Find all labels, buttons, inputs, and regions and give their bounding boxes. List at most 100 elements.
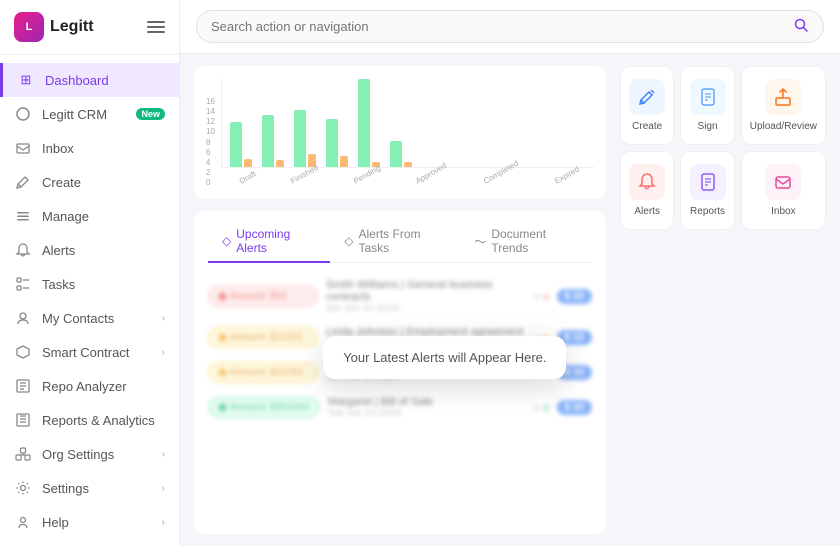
- dot-teal: [543, 405, 549, 411]
- quick-action-reports[interactable]: Reports: [680, 151, 734, 230]
- smart-contract-icon: [14, 343, 32, 361]
- bar-green: [294, 110, 306, 167]
- reports-qa-icon: [690, 164, 726, 200]
- sidebar-item-label: Inbox: [42, 141, 165, 156]
- alert-dots: [534, 294, 549, 300]
- sidebar-item-legitt-crm[interactable]: Legitt CRM New: [0, 97, 179, 131]
- alert-amount-badge: $ 10: [557, 289, 592, 304]
- nav-items: ⊞ Dashboard Legitt CRM New Inbox Create: [0, 55, 179, 546]
- alert-row: Amount: $52 Smith Williams | General bus…: [208, 273, 592, 320]
- alert-date: Sat Jun 10 2023: [328, 408, 526, 419]
- sidebar-item-inbox[interactable]: Inbox: [0, 131, 179, 165]
- chevron-right-icon: ›: [162, 449, 165, 460]
- alert-pill-red: Amount: $52: [208, 286, 318, 307]
- alerts-qa-icon: [629, 164, 665, 200]
- contacts-icon: [14, 309, 32, 327]
- inbox-qa-icon: [765, 164, 801, 200]
- content-right: Create Sign Upload/Review: [620, 54, 840, 546]
- sidebar-item-my-contacts[interactable]: My Contacts ›: [0, 301, 179, 335]
- sign-qa-icon: [690, 79, 726, 115]
- quick-action-alerts[interactable]: Alerts: [620, 151, 674, 230]
- sidebar-item-label: My Contacts: [42, 311, 152, 326]
- tab-label: Upcoming Alerts: [236, 227, 316, 255]
- x-label: Expired: [553, 164, 581, 185]
- alert-pill-teal: Amount: $302494: [208, 397, 320, 418]
- quick-action-label: Create: [632, 121, 662, 132]
- latest-alerts-tooltip: Your Latest Alerts will Appear Here.: [323, 336, 566, 379]
- brand-name: Legitt: [50, 18, 94, 36]
- tasks-icon: [14, 275, 32, 293]
- quick-action-upload-review[interactable]: Upload/Review: [741, 66, 826, 145]
- bar-orange: [276, 160, 284, 167]
- search-box[interactable]: [196, 10, 824, 43]
- sidebar-item-tasks[interactable]: Tasks: [0, 267, 179, 301]
- dot: [534, 405, 540, 411]
- sidebar-item-label: Tasks: [42, 277, 165, 292]
- sidebar-item-org-settings[interactable]: Org Settings ›: [0, 437, 179, 471]
- org-icon: [14, 445, 32, 463]
- diamond-icon: [218, 292, 228, 302]
- y-label: 2: [206, 168, 215, 177]
- sidebar-item-create[interactable]: Create: [0, 165, 179, 199]
- quick-action-create[interactable]: Create: [620, 66, 674, 145]
- sidebar-item-label: Help: [42, 515, 152, 530]
- create-icon: [14, 173, 32, 191]
- tab-icon: 〜: [474, 233, 486, 250]
- dot-red: [543, 294, 549, 300]
- quick-action-sign[interactable]: Sign: [680, 66, 734, 145]
- sidebar-item-help[interactable]: Help ›: [0, 505, 179, 539]
- sidebar-item-alerts[interactable]: Alerts: [0, 233, 179, 267]
- sidebar-item-label: Create: [42, 175, 165, 190]
- alert-pill-orange: Amount: $11202: [208, 327, 318, 348]
- bar-green: [230, 122, 242, 167]
- tab-document-trends[interactable]: 〜 Document Trends: [460, 221, 592, 263]
- sidebar-item-label: Repo Analyzer: [42, 379, 165, 394]
- inbox-icon: [14, 139, 32, 157]
- bar-green: [358, 79, 370, 167]
- sidebar-item-manage[interactable]: Manage: [0, 199, 179, 233]
- new-badge: New: [136, 108, 165, 120]
- alert-name: Smith Williams | General business contra…: [326, 279, 526, 303]
- settings-icon: [14, 479, 32, 497]
- sidebar-item-label: Dashboard: [45, 73, 165, 88]
- chevron-right-icon: ›: [162, 347, 165, 358]
- bar-orange: [340, 156, 348, 167]
- help-icon: [14, 513, 32, 531]
- y-label: 8: [206, 138, 215, 147]
- bar-orange: [404, 162, 412, 167]
- sidebar-item-repo-analyzer[interactable]: Repo Analyzer: [0, 369, 179, 403]
- alert-dots: [534, 405, 549, 411]
- tab-upcoming-alerts[interactable]: ◇ Upcoming Alerts: [208, 221, 330, 263]
- dot: [534, 294, 540, 300]
- alert-amount-text: Amount: $11202: [230, 332, 303, 343]
- x-label: Draft: [238, 169, 258, 185]
- quick-action-label: Upload/Review: [750, 121, 817, 132]
- y-label: 14: [206, 107, 215, 116]
- sidebar-item-label: Legitt CRM: [42, 107, 126, 122]
- quick-action-inbox[interactable]: Inbox: [741, 151, 826, 230]
- bar-green: [326, 119, 338, 167]
- sidebar-item-reports-analytics[interactable]: Reports & Analytics: [0, 403, 179, 437]
- alert-info: Margaret | Bill of Sale Sat Jun 10 2023: [328, 396, 526, 419]
- tab-alerts-from-tasks[interactable]: ◇ Alerts From Tasks: [330, 221, 460, 263]
- sidebar-item-dashboard[interactable]: ⊞ Dashboard: [0, 63, 179, 97]
- search-input[interactable]: [211, 19, 785, 34]
- hamburger-menu[interactable]: [147, 21, 165, 33]
- alert-row: Amount: $302494 Margaret | Bill of Sale …: [208, 390, 592, 425]
- alert-amount-text: Amount: $302494: [230, 402, 309, 413]
- y-label: 6: [206, 148, 215, 157]
- alert-name: Margaret | Bill of Sale: [328, 396, 526, 408]
- main-content: 16 14 12 10 8 6 4 2 0: [180, 0, 840, 546]
- sidebar-item-smart-contract[interactable]: Smart Contract ›: [0, 335, 179, 369]
- quick-action-label: Reports: [690, 206, 725, 217]
- topbar: [180, 0, 840, 54]
- reports-icon: [14, 411, 32, 429]
- alerts-icon: [14, 241, 32, 259]
- sidebar-item-label: Org Settings: [42, 447, 152, 462]
- sidebar-item-settings[interactable]: Settings ›: [0, 471, 179, 505]
- sidebar-item-label: Alerts: [42, 243, 165, 258]
- diamond-icon: [218, 403, 228, 413]
- create-qa-icon: [629, 79, 665, 115]
- alert-info: Smith Williams | General business contra…: [326, 279, 526, 314]
- repo-icon: [14, 377, 32, 395]
